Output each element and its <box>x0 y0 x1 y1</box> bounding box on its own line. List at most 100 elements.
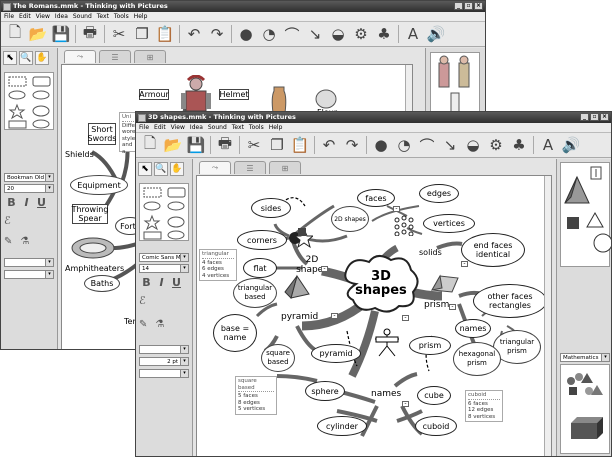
node-short-swords[interactable]: Short Swords <box>88 123 116 145</box>
tab-chart-view[interactable]: ⊞ <box>269 161 301 174</box>
front-line-style-select[interactable]: ▾ <box>139 345 189 354</box>
redo-icon[interactable]: ↷ <box>208 25 226 43</box>
note-square-based[interactable]: square based 5 faces 8 edges 5 vertices <box>235 376 277 415</box>
pyramid-picture[interactable] <box>283 274 311 300</box>
node-throwing-spear[interactable]: Throwing Spear <box>72 204 108 224</box>
paste-icon[interactable]: 📋 <box>156 25 175 43</box>
menu-text[interactable]: Text <box>232 123 244 132</box>
collapse-button[interactable]: - <box>461 261 468 267</box>
collapse-button[interactable]: - <box>402 401 409 407</box>
redo-icon[interactable]: ↷ <box>343 136 361 154</box>
menu-tools[interactable]: Tools <box>114 12 129 21</box>
underline-icon[interactable]: U <box>34 196 49 209</box>
node-sphere[interactable]: sphere <box>305 381 345 401</box>
new-file-icon[interactable]: 🗋 <box>141 134 159 154</box>
zoom-icon[interactable]: 🔍 <box>154 162 168 176</box>
shape-palette-shapes[interactable] <box>140 184 190 242</box>
node-vertices[interactable]: vertices <box>423 214 475 233</box>
amphitheater-picture[interactable] <box>70 236 116 260</box>
text-style-icon[interactable]: ℰ <box>139 294 146 307</box>
node-3d-shapes[interactable]: 3D shapes <box>351 268 411 300</box>
fill-color-icon[interactable]: ⚗ <box>155 319 164 330</box>
arrow-link-icon[interactable]: ↘ <box>441 136 459 154</box>
hand-icon[interactable]: ✋ <box>35 51 49 65</box>
italic-icon[interactable]: I <box>154 276 169 289</box>
node-edges[interactable]: edges <box>419 184 459 203</box>
collapse-button[interactable]: - <box>449 304 456 310</box>
menu-sound[interactable]: Sound <box>73 12 92 21</box>
node-helmet[interactable]: Helmet <box>219 89 249 100</box>
collapse-button[interactable]: - <box>321 266 328 272</box>
node-amphitheaters[interactable]: Amphitheaters <box>65 264 124 273</box>
zoom-icon[interactable]: 🔍 <box>19 51 33 65</box>
cut-icon[interactable]: ✂ <box>110 25 128 43</box>
node-prism[interactable]: prism <box>424 301 449 310</box>
triangular-prism-picture[interactable] <box>430 274 460 294</box>
node-end-faces-identical[interactable]: end faces identical <box>461 233 525 267</box>
open-folder-icon[interactable]: 📂 <box>29 25 48 43</box>
2d-shapes-picture[interactable] <box>287 226 313 250</box>
node-hexagonal-prism[interactable]: hexagonal prism <box>453 342 501 376</box>
people-icon[interactable]: ♣ <box>375 25 393 43</box>
underline-icon[interactable]: U <box>169 276 184 289</box>
print-icon[interactable]: 🖶 <box>81 23 99 43</box>
node-names[interactable]: names <box>371 390 401 399</box>
print-icon[interactable]: 🖶 <box>216 134 234 154</box>
link-icon[interactable]: ⌒ <box>283 25 301 44</box>
node-baths[interactable]: Baths <box>84 275 120 292</box>
node-pyramid[interactable]: pyramid <box>281 313 318 322</box>
undo-icon[interactable]: ↶ <box>320 136 338 154</box>
copy-icon[interactable]: ❐ <box>268 136 286 154</box>
speaker-icon[interactable]: 🔊 <box>427 25 446 43</box>
collapse-button[interactable]: - <box>331 313 338 319</box>
node-armour[interactable]: Armour <box>139 89 169 100</box>
stick-figure-picture[interactable] <box>373 328 401 358</box>
front-canvas-scrollbar[interactable] <box>544 176 551 456</box>
front-font-name-select[interactable]: Comic Sans MS ▾ <box>139 253 189 262</box>
back-font-size-select[interactable]: 20 ▾ <box>4 184 54 193</box>
line-color-icon[interactable]: ✎ <box>4 236 12 247</box>
text-style-icon[interactable]: ℰ <box>4 214 11 227</box>
geometry-shapes-pictures[interactable] <box>561 163 611 268</box>
tab-outline-view[interactable]: ☰ <box>234 161 266 174</box>
node-square-based[interactable]: square based <box>261 344 295 372</box>
front-window-titlebar[interactable]: 3D shapes.mmk - Thinking with Pictures _… <box>136 112 611 123</box>
hand-icon[interactable]: ✋ <box>170 162 184 176</box>
library-category-select[interactable]: Mathematics ▾ <box>560 353 610 362</box>
menu-text[interactable]: Text <box>97 12 109 21</box>
italic-icon[interactable]: I <box>19 196 34 209</box>
mathematics-pictures[interactable] <box>561 365 611 455</box>
idea-icon[interactable]: ● <box>372 136 390 154</box>
paste-icon[interactable]: 📋 <box>291 136 310 154</box>
node-base-eq-name[interactable]: base = name <box>213 314 257 352</box>
line-color-icon[interactable]: ✎ <box>139 319 147 330</box>
node-sides[interactable]: sides <box>251 198 291 218</box>
note-cuboid[interactable]: cuboid 6 faces 12 edges 8 vertices <box>465 390 503 422</box>
node-triangular-based[interactable]: triangular based <box>233 278 277 308</box>
shape-palette-shapes[interactable] <box>5 73 55 131</box>
node-pyramid2[interactable]: pyramid <box>311 344 361 363</box>
node-corners[interactable]: corners <box>237 230 287 250</box>
maximize-button[interactable]: ▫ <box>464 2 473 10</box>
menu-edit[interactable]: Edit <box>19 12 31 21</box>
back-font-name-select[interactable]: Bookman Old St ▾ <box>4 173 54 182</box>
node-equipment[interactable]: Equipment <box>70 175 128 195</box>
open-folder-icon[interactable]: 📂 <box>164 136 183 154</box>
speaker-icon[interactable]: 🔊 <box>562 136 581 154</box>
pointer-idea-icon[interactable]: ◔ <box>395 136 413 154</box>
pointer-idea-icon[interactable]: ◔ <box>260 25 278 43</box>
select-tool-icon[interactable]: ⬉ <box>138 162 152 176</box>
tab-chart-view[interactable]: ⊞ <box>134 50 166 63</box>
note-triangular[interactable]: triangular 4 faces 6 edges 4 vertices <box>199 249 237 281</box>
save-icon[interactable]: 💾 <box>52 25 71 43</box>
node-flat[interactable]: flat <box>243 258 277 278</box>
link-icon[interactable]: ⌒ <box>418 136 436 155</box>
menu-file[interactable]: File <box>139 123 149 132</box>
node-2d-shapes-small[interactable]: 2D shapes <box>331 206 369 232</box>
tab-picture-view[interactable]: ⤳ <box>199 161 231 174</box>
node-cuboid[interactable]: cuboid <box>415 416 457 436</box>
select-tool-icon[interactable]: ⬉ <box>3 51 17 65</box>
menu-edit[interactable]: Edit <box>154 123 166 132</box>
fill-color-icon[interactable]: ⚗ <box>20 236 29 247</box>
close-button[interactable]: × <box>600 113 609 121</box>
